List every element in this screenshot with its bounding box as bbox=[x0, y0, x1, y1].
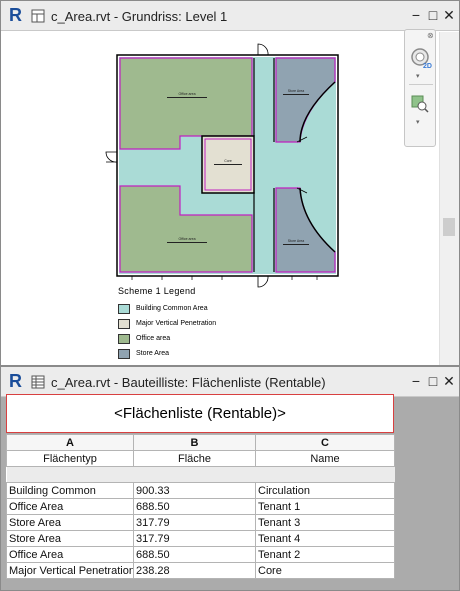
floor-plan-window: R c_Area.rvt - Grundriss: Level 1 − □ ✕ bbox=[0, 0, 460, 366]
legend-item: Building Common Area bbox=[118, 304, 358, 316]
schedule-titlebar[interactable]: R c_Area.rvt - Bauteilliste: Flächenlist… bbox=[1, 367, 459, 397]
legend-swatch bbox=[118, 349, 130, 359]
room-tag-office-sw[interactable]: Office area bbox=[167, 237, 207, 243]
room-tag-store-ne[interactable]: Store Area bbox=[283, 89, 309, 95]
cell-name[interactable]: Tenant 4 bbox=[255, 530, 395, 547]
schedule-window-title: c_Area.rvt - Bauteilliste: Flächenliste … bbox=[51, 375, 326, 390]
cell-flaeche[interactable]: 317.79 bbox=[133, 530, 256, 547]
zoom-region-icon[interactable] bbox=[410, 94, 430, 114]
close-button[interactable]: ✕ bbox=[442, 7, 456, 23]
table-row[interactable]: Store Area 317.79 Tenant 4 bbox=[6, 530, 395, 547]
column-header-flaeche[interactable]: Fläche bbox=[133, 450, 256, 467]
schedule-table: A B C Flächentyp Fläche Name Building Co… bbox=[6, 434, 395, 579]
column-letter-a[interactable]: A bbox=[6, 434, 134, 451]
cell-flaechentyp[interactable]: Office Area bbox=[6, 498, 134, 515]
cell-flaechentyp[interactable]: Store Area bbox=[6, 530, 134, 547]
revit-logo-icon: R bbox=[9, 5, 22, 25]
cell-name[interactable]: Tenant 2 bbox=[255, 546, 395, 563]
schedule-title-cell[interactable]: <Flächenliste (Rentable)> bbox=[6, 394, 394, 433]
close-button[interactable]: ✕ bbox=[442, 373, 456, 389]
room-tag-office-nw[interactable]: Office area bbox=[167, 92, 207, 98]
chevron-down-icon[interactable]: ▾ bbox=[416, 118, 420, 126]
minimize-button[interactable]: − bbox=[409, 373, 423, 389]
cell-flaechentyp[interactable]: Office Area bbox=[6, 546, 134, 563]
table-row[interactable]: Office Area 688.50 Tenant 1 bbox=[6, 498, 395, 515]
table-row[interactable]: Office Area 688.50 Tenant 2 bbox=[6, 546, 395, 563]
cell-name[interactable]: Circulation bbox=[255, 482, 395, 499]
column-letter-c[interactable]: C bbox=[255, 434, 395, 451]
legend-title: Scheme 1 Legend bbox=[118, 286, 196, 296]
legend-item: Store Area bbox=[118, 349, 358, 361]
room-tag-core[interactable]: Core bbox=[214, 159, 242, 165]
close-navbar-icon[interactable]: ⊗ bbox=[427, 31, 434, 40]
room-tag-store-se[interactable]: Store Area bbox=[283, 239, 309, 245]
cell-name[interactable]: Tenant 1 bbox=[255, 498, 395, 515]
legend-swatch bbox=[118, 319, 130, 329]
cell-flaeche[interactable]: 238.28 bbox=[133, 562, 256, 579]
chevron-down-icon[interactable]: ▾ bbox=[416, 72, 420, 80]
cell-flaechentyp[interactable]: Major Vertical Penetration bbox=[6, 562, 134, 579]
cell-name[interactable]: Tenant 3 bbox=[255, 514, 395, 531]
cell-flaeche[interactable]: 688.50 bbox=[133, 498, 256, 515]
steering-wheel-icon[interactable]: 2D bbox=[409, 46, 433, 70]
schedule-view-icon bbox=[31, 375, 45, 389]
column-header-row: Flächentyp Fläche Name bbox=[6, 450, 395, 467]
spacer-row bbox=[6, 466, 395, 483]
cell-flaechentyp[interactable]: Store Area bbox=[6, 514, 134, 531]
floor-plan-canvas[interactable]: Office area Office area Core Store Area … bbox=[2, 32, 438, 365]
maximize-button[interactable]: □ bbox=[426, 7, 440, 23]
table-row[interactable]: Store Area 317.79 Tenant 3 bbox=[6, 514, 395, 531]
cell-name[interactable]: Core bbox=[255, 562, 395, 579]
schedule-title: <Flächenliste (Rentable)> bbox=[114, 405, 286, 422]
legend-item: Major Vertical Penetration bbox=[118, 319, 358, 331]
column-header-flaechentyp[interactable]: Flächentyp bbox=[6, 450, 134, 467]
table-row[interactable]: Building Common 900.33 Circulation bbox=[6, 482, 395, 499]
cell-flaeche[interactable]: 688.50 bbox=[133, 546, 256, 563]
column-letter-b[interactable]: B bbox=[133, 434, 256, 451]
maximize-button[interactable]: □ bbox=[426, 373, 440, 389]
nav-2d-label: 2D bbox=[423, 63, 432, 70]
cell-flaeche[interactable]: 900.33 bbox=[133, 482, 256, 499]
table-row[interactable]: Major Vertical Penetration 238.28 Core bbox=[6, 562, 395, 579]
floor-plan-titlebar[interactable]: R c_Area.rvt - Grundriss: Level 1 − □ ✕ bbox=[1, 1, 459, 31]
door-north bbox=[257, 43, 269, 56]
scrollbar-thumb[interactable] bbox=[443, 218, 455, 236]
revit-logo-icon: R bbox=[9, 371, 22, 391]
vertical-scrollbar[interactable] bbox=[439, 32, 459, 365]
minimize-button[interactable]: − bbox=[409, 7, 423, 23]
floor-plan-view-icon bbox=[31, 9, 45, 23]
schedule-window: R c_Area.rvt - Bauteilliste: Flächenlist… bbox=[0, 366, 460, 591]
legend-item: Office area bbox=[118, 334, 358, 346]
navigation-bar: ⊗ 2D ▾ ▾ bbox=[404, 29, 436, 147]
column-header-name[interactable]: Name bbox=[255, 450, 395, 467]
cell-flaechentyp[interactable]: Building Common bbox=[6, 482, 134, 499]
cell-flaeche[interactable]: 317.79 bbox=[133, 514, 256, 531]
column-letter-row: A B C bbox=[6, 434, 395, 451]
legend-swatch bbox=[118, 304, 130, 314]
floor-plan-window-title: c_Area.rvt - Grundriss: Level 1 bbox=[51, 9, 228, 24]
door-south bbox=[257, 275, 269, 288]
legend-swatch bbox=[118, 334, 130, 344]
door-west bbox=[105, 151, 118, 163]
